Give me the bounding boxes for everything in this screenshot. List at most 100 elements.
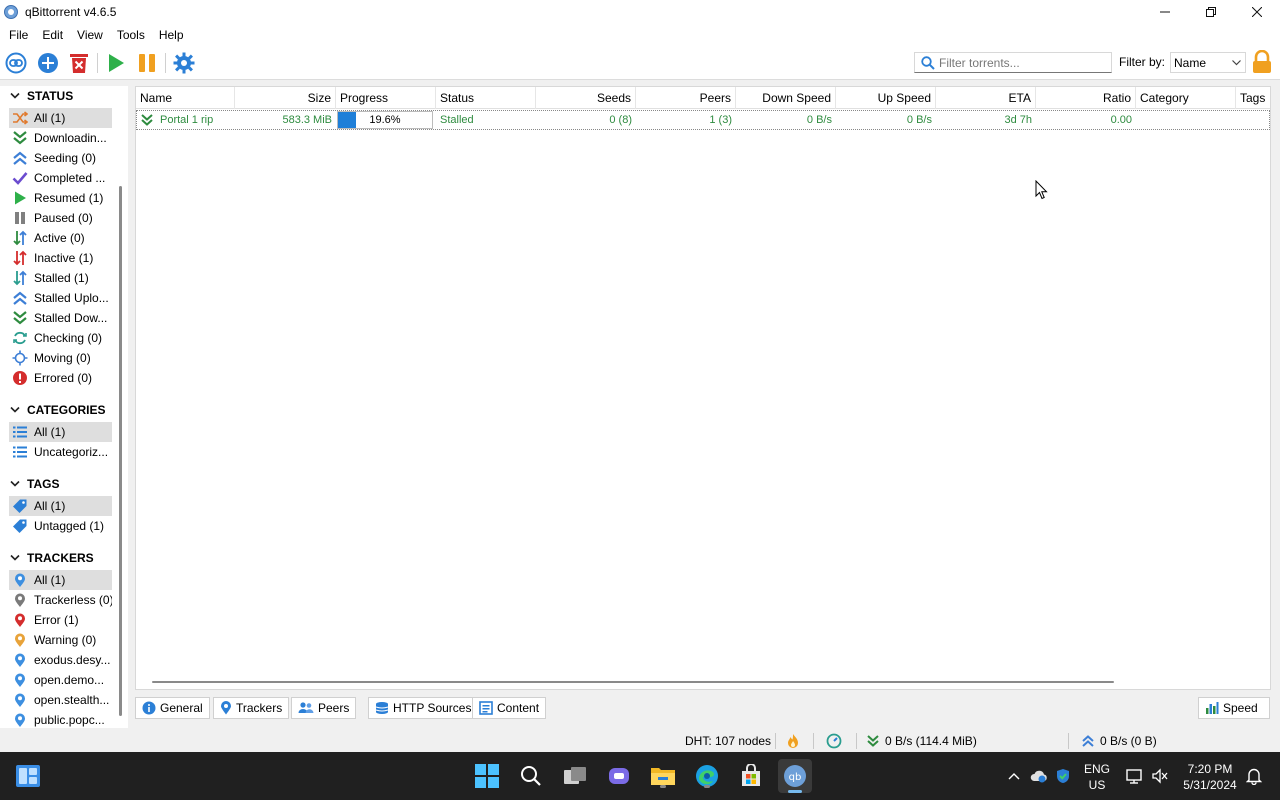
tab-general[interactable]: General bbox=[135, 697, 210, 719]
show-hidden-icons-button[interactable] bbox=[1003, 762, 1025, 790]
tags-section-header[interactable]: TAGS bbox=[8, 474, 59, 494]
teams-chat-button[interactable] bbox=[605, 762, 633, 790]
tab-peers[interactable]: Peers bbox=[291, 697, 357, 719]
status-filter-paused-0[interactable]: Paused (0) bbox=[9, 208, 112, 228]
status-filter-completed[interactable]: Completed ... bbox=[9, 168, 112, 188]
volume-tray-button[interactable] bbox=[1149, 762, 1171, 790]
tracker-filter-exodus-desy[interactable]: exodus.desy... bbox=[9, 650, 112, 670]
upload-speed-text: 0 B/s (0 B) bbox=[1100, 734, 1157, 748]
tracker-filter-error-1[interactable]: Error (1) bbox=[9, 610, 112, 630]
language-code: ENG bbox=[1083, 762, 1110, 776]
language-indicator[interactable]: ENG US bbox=[1081, 761, 1113, 793]
column-header-up-speed[interactable]: Up Speed bbox=[836, 87, 936, 109]
sidebar-scrollbar[interactable] bbox=[119, 186, 122, 716]
tab-trackers[interactable]: Trackers bbox=[213, 697, 290, 719]
chevron-down-icon bbox=[10, 92, 20, 99]
status-filter-downloadin[interactable]: Downloadin... bbox=[9, 128, 112, 148]
menu-file[interactable]: File bbox=[2, 24, 35, 46]
column-header-ratio[interactable]: Ratio bbox=[1036, 87, 1136, 109]
restore-button[interactable] bbox=[1188, 0, 1234, 24]
alt-speed-toggle[interactable] bbox=[826, 733, 842, 749]
lock-button[interactable] bbox=[1251, 49, 1273, 74]
menu-tools[interactable]: Tools bbox=[110, 24, 152, 46]
status-filter-active-0[interactable]: Active (0) bbox=[9, 228, 112, 248]
column-header-eta[interactable]: ETA bbox=[936, 87, 1036, 109]
pause-button[interactable] bbox=[135, 51, 159, 75]
status-filter-moving-0[interactable]: Moving (0) bbox=[9, 348, 112, 368]
filter-torrents-input[interactable] bbox=[939, 55, 1109, 70]
add-torrent-file-button[interactable] bbox=[36, 51, 60, 75]
stalled-upload-icon bbox=[11, 290, 29, 306]
speed-button[interactable]: Speed bbox=[1198, 697, 1270, 719]
add-torrent-link-button[interactable] bbox=[4, 51, 28, 75]
torrent-tags bbox=[1236, 110, 1270, 130]
tag-filter-untagged-1[interactable]: Untagged (1) bbox=[9, 516, 112, 536]
status-filter-stalled-1[interactable]: Stalled (1) bbox=[9, 268, 112, 288]
notifications-button[interactable] bbox=[1243, 762, 1265, 790]
categories-section-header[interactable]: CATEGORIES bbox=[8, 400, 105, 420]
download-speed-status[interactable]: 0 B/s (114.4 MiB) bbox=[866, 734, 977, 748]
menu-help[interactable]: Help bbox=[152, 24, 191, 46]
status-filter-checking-0[interactable]: Checking (0) bbox=[9, 328, 112, 348]
microsoft-store-button[interactable] bbox=[737, 762, 765, 790]
edge-browser-button[interactable] bbox=[693, 762, 721, 790]
tag-filter-all-1[interactable]: All (1) bbox=[9, 496, 112, 516]
tracker-filter-trackerless-0[interactable]: Trackerless (0) bbox=[9, 590, 112, 610]
status-filter-inactive-1[interactable]: Inactive (1) bbox=[9, 248, 112, 268]
status-filter-resumed-1[interactable]: Resumed (1) bbox=[9, 188, 112, 208]
qbittorrent-taskbar-button[interactable]: qb bbox=[778, 759, 812, 793]
torrent-row[interactable]: Portal 1 rip 583.3 MiB 19.6% Stalled 0 (… bbox=[136, 110, 1270, 130]
status-filter-stalled-uplo[interactable]: Stalled Uplo... bbox=[9, 288, 112, 308]
clock-time: 7:20 PM bbox=[1187, 762, 1233, 776]
delete-torrent-button[interactable] bbox=[67, 51, 91, 75]
column-header-category[interactable]: Category bbox=[1136, 87, 1236, 109]
firewall-flame-icon bbox=[788, 734, 798, 748]
menu-edit[interactable]: Edit bbox=[35, 24, 70, 46]
category-filter-all-1[interactable]: All (1) bbox=[9, 422, 112, 442]
upload-speed-status[interactable]: 0 B/s (0 B) bbox=[1081, 734, 1157, 748]
options-button[interactable] bbox=[172, 51, 196, 75]
column-header-size[interactable]: Size bbox=[235, 87, 336, 109]
statusbar-separator bbox=[775, 733, 776, 749]
onedrive-tray-button[interactable] bbox=[1028, 762, 1050, 790]
category-filter-uncategoriz[interactable]: Uncategoriz... bbox=[9, 442, 112, 462]
clock[interactable]: 7:20 PM 5/31/2024 bbox=[1180, 761, 1240, 793]
task-view-button[interactable] bbox=[561, 762, 589, 790]
list-icon bbox=[13, 426, 27, 438]
widgets-button[interactable] bbox=[14, 762, 42, 790]
column-header-peers[interactable]: Peers bbox=[636, 87, 736, 109]
tracker-filter-open-demo[interactable]: open.demo... bbox=[9, 670, 112, 690]
tracker-filter-warning-0[interactable]: Warning (0) bbox=[9, 630, 112, 650]
close-button[interactable] bbox=[1234, 0, 1280, 24]
tracker-filter-all-1[interactable]: All (1) bbox=[9, 570, 112, 590]
column-header-down-speed[interactable]: Down Speed bbox=[736, 87, 836, 109]
network-tray-button[interactable] bbox=[1123, 762, 1145, 790]
defender-tray-button[interactable] bbox=[1052, 762, 1074, 790]
column-header-seeds[interactable]: Seeds bbox=[536, 87, 636, 109]
status-filter-seeding-0[interactable]: Seeding (0) bbox=[9, 148, 112, 168]
status-section-header[interactable]: STATUS bbox=[8, 86, 73, 106]
search-taskbar-button[interactable] bbox=[517, 762, 545, 790]
filter-by-dropdown[interactable]: Name bbox=[1170, 52, 1246, 73]
menu-view[interactable]: View bbox=[70, 24, 110, 46]
column-header-status[interactable]: Status bbox=[436, 87, 536, 109]
file-explorer-button[interactable] bbox=[649, 762, 677, 790]
trackers-section-header[interactable]: TRACKERS bbox=[8, 548, 94, 568]
status-filter-errored-0[interactable]: Errored (0) bbox=[9, 368, 112, 388]
start-button[interactable] bbox=[473, 762, 501, 790]
resume-button[interactable] bbox=[104, 51, 128, 75]
column-header-tags[interactable]: Tags bbox=[1236, 87, 1270, 109]
horizontal-scrollbar[interactable] bbox=[152, 681, 1114, 683]
tab-content[interactable]: Content bbox=[472, 697, 547, 719]
dht-status: DHT: 107 nodes bbox=[685, 734, 772, 748]
connection-status-button[interactable] bbox=[786, 733, 800, 749]
filter-torrents-field[interactable] bbox=[914, 52, 1112, 73]
torrent-list[interactable]: Name Size Progress Status Seeds Peers Do… bbox=[135, 86, 1271, 690]
column-header-progress[interactable]: Progress bbox=[336, 87, 436, 109]
status-filter-all-1[interactable]: All (1) bbox=[9, 108, 112, 128]
status-filter-stalled-dow[interactable]: Stalled Dow... bbox=[9, 308, 112, 328]
tab-http-sources[interactable]: HTTP Sources bbox=[368, 697, 479, 719]
status-filter-label: Moving (0) bbox=[34, 351, 91, 365]
column-header-name[interactable]: Name bbox=[136, 87, 235, 109]
minimize-button[interactable] bbox=[1142, 0, 1188, 24]
